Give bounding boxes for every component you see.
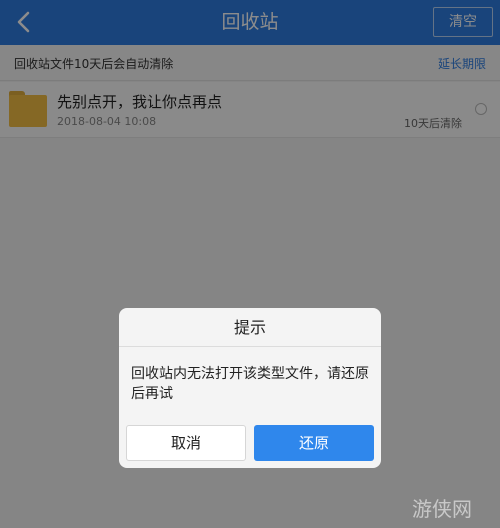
dialog-title: 提示 — [233, 318, 266, 337]
dialog-divider — [119, 346, 381, 347]
watermark-logo: 游侠网 — [412, 497, 472, 521]
dialog-message: 回收站内无法打开该类型文件，请还原后再试 — [131, 366, 369, 402]
recycle-bin-screen: 回收站 清空 回收站文件10天后会自动清除 延长期限 先别点开，我让你点再点 2… — [0, 0, 500, 528]
cancel-button[interactable]: 取消 — [126, 425, 246, 461]
alert-dialog: 提示 回收站内无法打开该类型文件，请还原后再试 取消 还原 — [119, 308, 381, 468]
restore-button[interactable]: 还原 — [254, 425, 374, 461]
watermark-text: 游侠网 — [412, 497, 472, 521]
